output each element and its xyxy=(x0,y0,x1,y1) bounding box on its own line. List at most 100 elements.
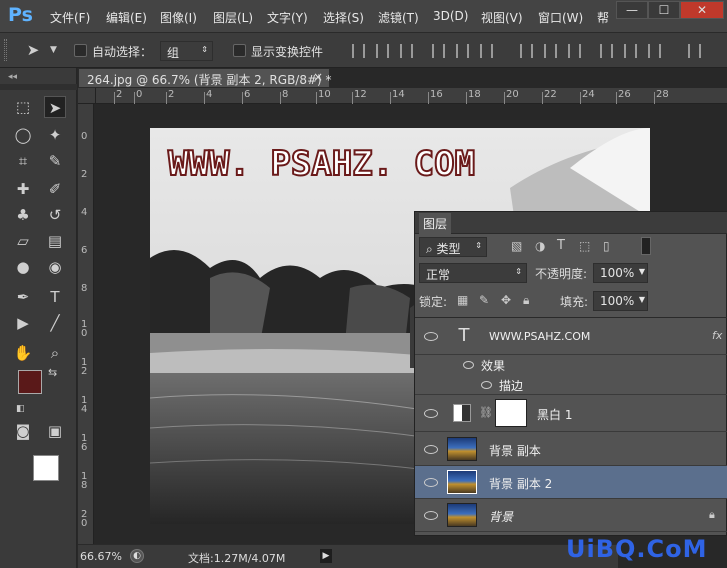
chevron-down-icon[interactable]: ▼ xyxy=(639,267,645,276)
align-top-icon[interactable] xyxy=(352,44,365,58)
default-colors-icon[interactable]: ◧ xyxy=(16,404,25,414)
magic-wand-tool-icon[interactable]: ✦ xyxy=(44,124,66,146)
clone-stamp-tool-icon[interactable]: ♣ xyxy=(12,204,34,226)
layer-mask-thumbnail[interactable] xyxy=(495,399,527,427)
layer-effects-row[interactable]: 效果 xyxy=(415,355,727,375)
zoom-tool-icon[interactable]: ⌕ xyxy=(44,342,66,364)
menu-help[interactable]: 帮 xyxy=(597,9,609,26)
visibility-eye-icon[interactable] xyxy=(424,478,438,487)
layer-row-bg-copy[interactable]: 背景 副本 xyxy=(415,433,727,466)
move-tool-icon[interactable]: ➤ xyxy=(44,96,66,118)
distribute-hcenter-icon[interactable] xyxy=(624,44,637,58)
menu-select[interactable]: 选择(S) xyxy=(323,9,364,26)
document-tab[interactable]: 264.jpg @ 66.7% (背景 副本 2, RGB/8#) * × xyxy=(78,68,332,88)
menu-window[interactable]: 窗口(W) xyxy=(538,9,583,26)
layer-effect-stroke-row[interactable]: 描边 xyxy=(415,375,727,395)
align-hcenter-icon[interactable] xyxy=(456,44,469,58)
fx-badge[interactable]: fx xyxy=(712,329,722,342)
maximize-button[interactable]: ☐ xyxy=(648,1,680,19)
filter-type-icon[interactable]: T xyxy=(557,238,565,253)
show-transform-checkbox[interactable] xyxy=(233,44,246,57)
quick-mask-icon[interactable]: ◙ xyxy=(12,420,34,442)
distribute-left-icon[interactable] xyxy=(600,44,613,58)
layer-name[interactable]: 背景 xyxy=(489,508,513,525)
distribute-bottom-icon[interactable] xyxy=(568,44,581,58)
visibility-eye-icon[interactable] xyxy=(424,511,438,520)
horizontal-ruler[interactable]: 2 0 2 4 6 8 10 12 14 16 18 20 22 24 26 28 xyxy=(96,88,727,104)
minimize-button[interactable]: — xyxy=(616,1,648,19)
menu-3d[interactable]: 3D(D) xyxy=(433,9,468,23)
marquee-tool-icon[interactable]: ⬚ xyxy=(12,96,34,118)
grip-handle[interactable] xyxy=(4,39,7,61)
menu-edit[interactable]: 编辑(E) xyxy=(106,9,147,26)
path-selection-tool-icon[interactable]: ▶ xyxy=(12,312,34,334)
lock-pixels-icon[interactable]: ✎ xyxy=(479,293,489,307)
dodge-tool-icon[interactable]: ◉ xyxy=(44,256,66,278)
auto-select-checkbox[interactable] xyxy=(74,44,87,57)
layer-name[interactable]: 黑白 1 xyxy=(537,406,572,423)
lock-all-icon[interactable]: 🔒︎ xyxy=(523,293,529,308)
ruler-origin[interactable] xyxy=(78,88,96,104)
screen-mode-icon[interactable]: ▣ xyxy=(44,420,66,442)
filter-smart-object-icon[interactable]: ▯ xyxy=(603,239,610,253)
brush-tool-icon[interactable]: ✐ xyxy=(44,178,66,200)
layer-name[interactable]: 背景 副本 xyxy=(489,442,541,459)
panel-grip[interactable] xyxy=(0,84,77,90)
menu-file[interactable]: 文件(F) xyxy=(50,9,90,26)
move-tool-preset-icon[interactable]: ➤ xyxy=(22,39,44,61)
auto-select-dropdown[interactable]: 组 ⇕ xyxy=(160,41,213,61)
align-right-icon[interactable] xyxy=(480,44,493,58)
layer-name[interactable]: WWW.PSAHZ.COM xyxy=(489,330,590,343)
crop-tool-icon[interactable]: ⌗ xyxy=(12,150,34,172)
filter-type-dropdown[interactable]: ⌕ 类型 ⇕ xyxy=(419,237,487,257)
filter-toggle[interactable] xyxy=(641,237,651,255)
lock-transparent-icon[interactable]: ▦ xyxy=(457,293,468,307)
align-vcenter-icon[interactable] xyxy=(376,44,389,58)
menu-type[interactable]: 文字(Y) xyxy=(267,9,308,26)
menu-image[interactable]: 图像(I) xyxy=(160,9,197,26)
line-tool-icon[interactable]: ╱ xyxy=(44,312,66,334)
distribute-right-icon[interactable] xyxy=(648,44,661,58)
chevron-down-icon[interactable]: ▼ xyxy=(639,295,645,304)
layer-row-background[interactable]: 背景 🔒︎ xyxy=(415,499,727,532)
type-tool-icon[interactable]: T xyxy=(44,286,66,308)
visibility-eye-icon[interactable] xyxy=(481,381,492,389)
menu-layer[interactable]: 图层(L) xyxy=(213,9,253,26)
pen-tool-icon[interactable]: ✒ xyxy=(12,286,34,308)
chevron-down-icon[interactable]: ▼ xyxy=(50,45,57,55)
visibility-eye-icon[interactable] xyxy=(424,409,438,418)
lock-position-icon[interactable]: ✥ xyxy=(501,293,511,307)
zoom-level[interactable]: 66.67% xyxy=(80,550,122,563)
background-color-swatch[interactable] xyxy=(33,455,59,481)
menu-view[interactable]: 视图(V) xyxy=(481,9,523,26)
menu-filter[interactable]: 滤镜(T) xyxy=(378,9,419,26)
fill-input[interactable]: 100% ▼ xyxy=(593,291,648,311)
collapse-icon[interactable]: ◂◂ xyxy=(8,72,17,82)
distribute-top-icon[interactable] xyxy=(520,44,533,58)
auto-align-icon[interactable] xyxy=(688,44,701,58)
filter-adjustment-icon[interactable]: ◑ xyxy=(535,239,545,253)
eraser-tool-icon[interactable]: ▱ xyxy=(12,230,34,252)
foreground-color-swatch[interactable] xyxy=(18,370,42,394)
align-bottom-icon[interactable] xyxy=(400,44,413,58)
filter-pixel-icon[interactable]: ▧ xyxy=(511,239,522,253)
layer-row-text[interactable]: T WWW.PSAHZ.COM fx xyxy=(415,319,727,355)
opacity-input[interactable]: 100% ▼ xyxy=(593,263,648,283)
status-info-icon[interactable]: ◐ xyxy=(130,549,144,563)
blur-tool-icon[interactable]: ● xyxy=(12,256,34,278)
status-menu-arrow-icon[interactable]: ▶ xyxy=(320,549,332,563)
gradient-tool-icon[interactable]: ▤ xyxy=(44,230,66,252)
blend-mode-dropdown[interactable]: 正常 ⇕ xyxy=(419,263,527,283)
filter-shape-icon[interactable]: ⬚ xyxy=(579,239,590,253)
eyedropper-tool-icon[interactable]: ✎ xyxy=(44,150,66,172)
visibility-eye-icon[interactable] xyxy=(424,332,438,341)
vertical-ruler[interactable]: 0 2 4 6 8 1 0 1 2 1 4 1 6 1 8 2 0 xyxy=(78,104,94,544)
swap-colors-icon[interactable]: ⇆ xyxy=(48,366,57,379)
history-brush-tool-icon[interactable]: ↺ xyxy=(44,204,66,226)
visibility-eye-icon[interactable] xyxy=(424,445,438,454)
align-left-icon[interactable] xyxy=(432,44,445,58)
layers-panel-title[interactable]: 图层 xyxy=(419,213,452,234)
hand-tool-icon[interactable]: ✋ xyxy=(12,342,34,364)
visibility-eye-icon[interactable] xyxy=(463,361,474,369)
close-window-button[interactable]: ✕ xyxy=(680,1,724,19)
